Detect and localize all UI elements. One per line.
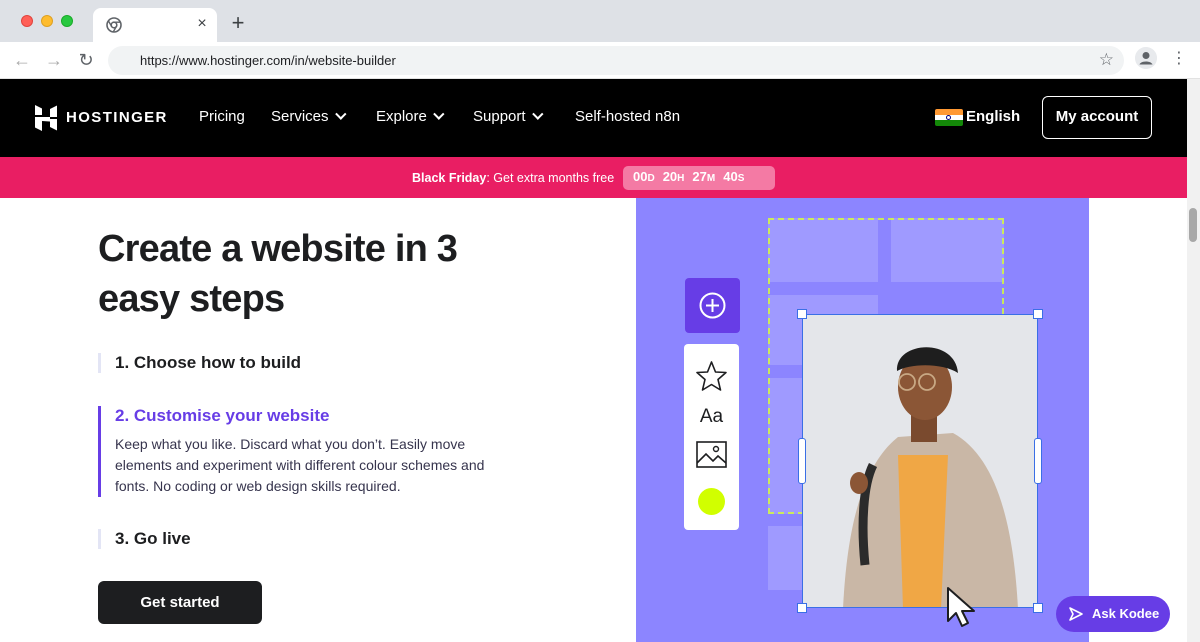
image-icon[interactable] [696, 441, 727, 468]
builder-illustration: Aa [636, 198, 1089, 642]
tab-close-icon[interactable]: × [193, 15, 211, 33]
chrome-favicon-icon [106, 17, 122, 33]
plus-circle-icon [699, 292, 726, 319]
nav-pricing[interactable]: Pricing [199, 108, 245, 125]
step-3[interactable]: 3. Go live [98, 529, 498, 549]
promo-text: Black Friday: Get extra months free [412, 171, 614, 185]
chevron-down-icon [433, 108, 445, 120]
countdown-unit: S [737, 173, 745, 184]
window-close-button[interactable] [21, 15, 33, 27]
profile-icon[interactable] [1135, 47, 1157, 69]
color-picker-dot[interactable] [698, 488, 725, 515]
countdown-hours: 20 [662, 169, 678, 184]
ask-kodee-label: Ask Kodee [1092, 606, 1160, 621]
resize-handle[interactable] [797, 309, 807, 319]
browser-tab[interactable]: × [93, 8, 217, 42]
add-element-button[interactable] [685, 278, 740, 333]
nav-label: Self-hosted n8n [575, 108, 681, 125]
back-arrow-icon[interactable]: ← [12, 50, 32, 70]
step-description: Keep what you like. Discard what you don… [115, 436, 485, 494]
layout-block [768, 526, 804, 590]
step-title: 3. Go live [115, 529, 191, 548]
site-header: HOSTINGER Pricing Services Explore Suppo… [0, 79, 1187, 157]
nav-label: Pricing [199, 108, 245, 125]
step-title: 1. Choose how to build [115, 353, 302, 372]
nav-label: Support [473, 108, 526, 125]
hostinger-logo-icon [35, 105, 57, 131]
bookmark-star-icon[interactable]: ☆ [1099, 50, 1114, 70]
my-account-button[interactable]: My account [1042, 96, 1152, 139]
nav-support[interactable]: Support [473, 108, 544, 125]
man-with-backpack-image [803, 315, 1037, 607]
address-bar[interactable]: https://www.hostinger.com/in/website-bui… [108, 46, 1124, 75]
countdown-unit: D [647, 173, 655, 184]
resize-handle[interactable] [1033, 603, 1043, 613]
countdown-minutes: 27 [692, 169, 707, 184]
countdown-unit: H [677, 173, 685, 184]
resize-handle[interactable] [1033, 309, 1043, 319]
hero-title: Create a website in 3 easy steps [98, 228, 458, 320]
step-2[interactable]: 2. Customise your website Keep what you … [98, 406, 498, 497]
mouse-cursor-icon [947, 587, 975, 627]
browser-menu-icon[interactable]: ⋮ [1171, 49, 1187, 69]
browser-toolbar: ← → ↻ https://www.hostinger.com/in/websi… [0, 42, 1200, 79]
ask-kodee-button[interactable]: Ask Kodee [1056, 596, 1170, 632]
text-tool[interactable]: Aa [684, 406, 739, 428]
promo-bold: Black Friday [412, 171, 487, 185]
step-title: 2. Customise your website [115, 406, 330, 425]
window-maximize-button[interactable] [61, 15, 73, 27]
promo-banner[interactable]: Black Friday: Get extra months free 00D 2… [0, 157, 1187, 198]
hero-photo[interactable] [802, 314, 1038, 608]
india-flag-icon[interactable] [935, 109, 963, 126]
nav-label: Explore [376, 108, 427, 125]
chevron-down-icon [531, 108, 544, 120]
resize-handle[interactable] [1034, 438, 1042, 484]
page-scrollbar-track[interactable] [1187, 79, 1200, 642]
kodee-sparkle-icon [1069, 607, 1083, 621]
language-selector[interactable]: English [966, 108, 1020, 125]
chevron-down-icon [334, 108, 347, 120]
browser-tabbar: × + [0, 0, 1200, 42]
countdown-unit: M [706, 173, 716, 184]
url-text[interactable]: https://www.hostinger.com/in/website-bui… [140, 53, 396, 68]
countdown-seconds: 40 [723, 169, 738, 184]
page-scrollbar-thumb[interactable] [1189, 208, 1197, 242]
resize-handle[interactable] [798, 438, 806, 484]
nav-self-hosted-n8n[interactable]: Self-hosted n8n [575, 108, 680, 125]
window-minimize-button[interactable] [41, 15, 53, 27]
logo-text: HOSTINGER [66, 109, 168, 126]
new-tab-icon[interactable]: + [227, 12, 249, 34]
hostinger-logo[interactable]: HOSTINGER [35, 104, 168, 132]
countdown-timer: 00D 20H 27M 40S [633, 169, 744, 184]
get-started-button[interactable]: Get started [98, 581, 262, 624]
reload-icon[interactable]: ↻ [76, 50, 96, 70]
countdown-days: 00 [633, 169, 648, 184]
resize-handle[interactable] [797, 603, 807, 613]
element-toolbar: Aa [684, 344, 739, 530]
step-1[interactable]: 1. Choose how to build [98, 353, 498, 373]
nav-label: Services [271, 108, 329, 125]
nav-explore[interactable]: Explore [376, 108, 445, 125]
nav-services[interactable]: Services [271, 108, 347, 125]
promo-message: : Get extra months free [486, 171, 615, 185]
forward-arrow-icon[interactable]: → [44, 50, 64, 70]
star-icon[interactable] [695, 360, 728, 392]
